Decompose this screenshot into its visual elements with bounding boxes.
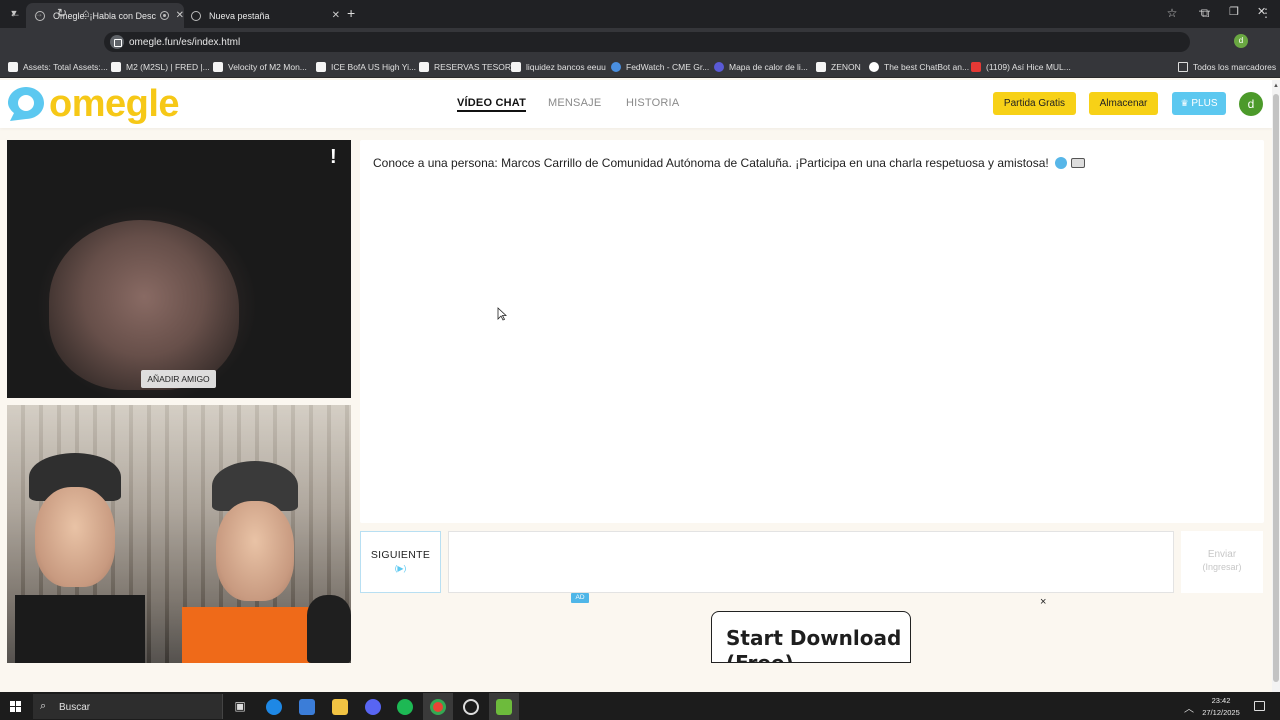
nav-message[interactable]: MENSAJE	[548, 97, 601, 109]
bookmark-item[interactable]: The best ChatBot an...	[869, 61, 969, 73]
extensions-icon[interactable]: ⧉	[1197, 6, 1213, 21]
b-icon	[714, 62, 724, 72]
notifications-icon[interactable]	[1254, 701, 1265, 711]
bookmark-star-icon[interactable]: ☆	[1164, 6, 1180, 20]
scrollbar-thumb[interactable]	[1273, 94, 1279, 682]
next-shortcut-hint: (▶)	[394, 564, 407, 573]
nav-history[interactable]: HISTORIA	[626, 97, 679, 109]
taskbar-clock[interactable]: 23:42 27/12/2025	[1196, 695, 1246, 719]
bookmark-item[interactable]: Mapa de calor de li...	[714, 61, 808, 73]
globe-icon	[1054, 157, 1067, 169]
bookmark-item[interactable]: Velocity of M2 Mon...	[213, 61, 307, 73]
restore-icon[interactable]: ❐	[1229, 5, 1239, 18]
stranger-face	[49, 220, 239, 390]
close-tab-icon[interactable]: ✕	[332, 10, 340, 21]
edge-icon[interactable]	[266, 699, 282, 715]
doc-icon	[111, 62, 121, 72]
home-icon[interactable]: ⌂	[78, 6, 94, 20]
address-bar[interactable]	[104, 32, 1190, 52]
doc-icon	[511, 62, 521, 72]
plus-button[interactable]: ♛ PLUS	[1172, 92, 1226, 115]
task-view-icon[interactable]: ▣	[232, 699, 248, 715]
globe-icon	[611, 62, 621, 72]
tab-omegle[interactable]: Omegle: ¡Habla con Descon ✕	[26, 3, 184, 28]
next-label: SIGUIENTE	[370, 549, 431, 561]
bookmark-item[interactable]: (1109) Así Hice MUL...	[971, 61, 1071, 73]
chat-system-message: Conoce a una persona: Marcos Carrillo de…	[373, 156, 1253, 170]
bookmark-item[interactable]: FedWatch - CME Gr...	[611, 61, 709, 73]
chat-message-text: Conoce a una persona: Marcos Carrillo de…	[373, 156, 1049, 170]
send-label: Enviar	[1207, 549, 1237, 560]
next-button[interactable]: SIGUIENTE (▶)	[360, 531, 441, 593]
omegle-logo-icon[interactable]	[6, 85, 46, 123]
tray-chevron-icon[interactable]: ︿	[1184, 700, 1194, 715]
message-input[interactable]	[448, 531, 1174, 593]
store-button[interactable]: Almacenar	[1089, 92, 1158, 115]
scroll-up-icon[interactable]: ▲	[1272, 83, 1280, 91]
ad-banner[interactable]: Start Download (Free)	[711, 611, 911, 663]
file-explorer-icon[interactable]	[332, 699, 348, 715]
diamond-icon	[869, 62, 879, 72]
new-tab-icon[interactable]: +	[347, 5, 355, 21]
bookmark-item[interactable]: Assets: Total Assets:...	[8, 61, 108, 73]
user-avatar[interactable]: d	[1239, 92, 1263, 116]
stranger-video	[7, 140, 351, 398]
search-icon: ⌕	[40, 700, 47, 712]
chrome-icon[interactable]	[430, 699, 446, 715]
add-friend-button[interactable]: AÑADIR AMIGO	[141, 370, 216, 388]
youtube-icon	[971, 62, 981, 72]
obs-icon[interactable]	[463, 699, 479, 715]
taskbar-search-placeholder: Buscar	[59, 702, 91, 713]
site-info-icon[interactable]	[110, 35, 124, 49]
camera-icon	[1070, 158, 1085, 168]
ad-close-icon[interactable]: ×	[1040, 596, 1046, 608]
back-icon[interactable]: ←	[7, 6, 23, 20]
ad-badge: AD	[571, 593, 589, 603]
plus-label: PLUS	[1191, 98, 1218, 109]
doc-icon	[316, 62, 326, 72]
bookmark-item[interactable]: ZENON	[816, 61, 861, 73]
free-game-button[interactable]: Partida Gratis	[993, 92, 1076, 115]
bookmark-item[interactable]: liquidez bancos eeuu	[511, 61, 606, 73]
chat-log	[360, 140, 1264, 523]
forward-icon[interactable]: →	[30, 6, 46, 20]
site-logo-text[interactable]: omegle	[49, 81, 180, 127]
discord-icon[interactable]	[365, 699, 381, 715]
report-button[interactable]: !	[330, 146, 337, 169]
tab-title: Nueva pestaña	[209, 10, 270, 21]
mouse-cursor-icon	[497, 307, 507, 321]
recording-icon	[159, 11, 169, 20]
all-bookmarks[interactable]: Todos los marcadores	[1178, 61, 1276, 73]
bookmark-item[interactable]: RESERVAS TESORO	[419, 61, 518, 73]
app-green-icon[interactable]	[496, 699, 512, 715]
windows-start-icon[interactable]	[10, 701, 21, 712]
ad-text[interactable]: Start Download (Free)	[726, 626, 906, 662]
browser-menu-icon[interactable]: ⋮	[1258, 6, 1274, 20]
doc-icon	[8, 62, 18, 72]
doc-icon	[213, 62, 223, 72]
nav-video-chat[interactable]: VÍDEO CHAT	[457, 97, 527, 112]
browser-profile-avatar[interactable]: d	[1234, 34, 1248, 48]
bookmark-item[interactable]: ICE BofA US High Yi...	[316, 61, 416, 73]
self-video	[7, 405, 351, 663]
doc-icon	[816, 62, 826, 72]
bookmark-item[interactable]: M2 (M2SL) | FRED |...	[111, 61, 210, 73]
doc-icon	[419, 62, 429, 72]
crown-icon: ♛	[1180, 98, 1189, 108]
microphone	[307, 595, 351, 663]
globe-icon	[191, 10, 201, 21]
folder-icon	[1178, 62, 1188, 72]
spotify-icon[interactable]	[397, 699, 413, 715]
clock-date: 27/12/2025	[1202, 708, 1240, 717]
tab-new[interactable]: Nueva pestaña ✕	[182, 3, 340, 28]
send-shortcut-hint: (Ingresar)	[1202, 562, 1242, 572]
clock-time: 23:42	[1211, 696, 1231, 705]
reload-icon[interactable]: ↻	[54, 6, 70, 20]
store-icon[interactable]	[299, 699, 315, 715]
url-text[interactable]: omegle.fun/es/index.html	[129, 37, 240, 48]
send-button[interactable]: Enviar (Ingresar)	[1181, 531, 1263, 593]
